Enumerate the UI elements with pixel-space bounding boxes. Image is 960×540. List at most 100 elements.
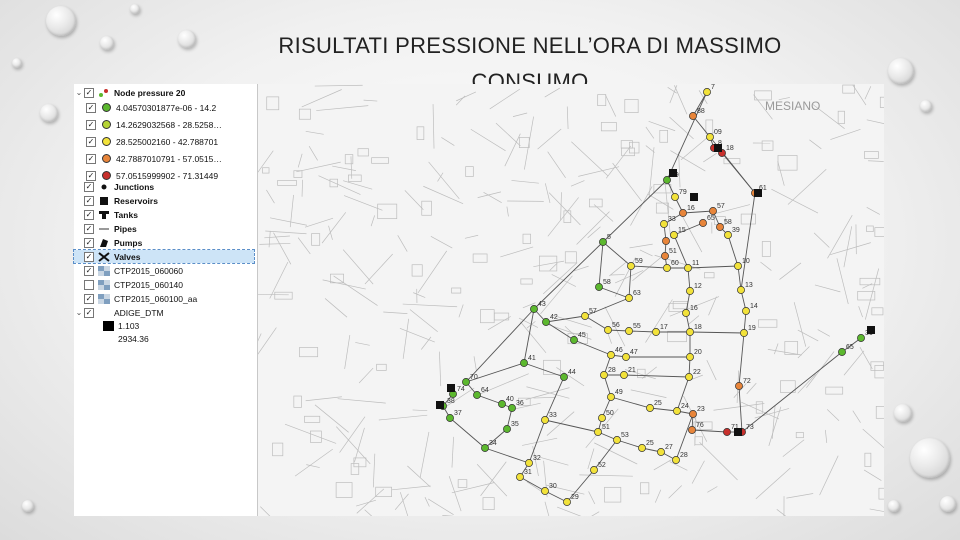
junction-node[interactable]	[625, 294, 633, 302]
layer-checkbox[interactable]: ✓	[84, 293, 94, 304]
class-checkbox[interactable]: ✓	[86, 102, 96, 113]
junction-node[interactable]	[672, 456, 680, 464]
layer-row-pump[interactable]: ✓ Pumps	[74, 236, 142, 249]
junction-node[interactable]	[520, 359, 528, 367]
layer-checkbox[interactable]: ✓	[84, 181, 94, 192]
layer-node-pressure[interactable]: ⌄ ✓ Node pressure 20	[74, 86, 185, 99]
junction-node[interactable]	[620, 371, 628, 379]
junction-node[interactable]	[503, 425, 511, 433]
junction-node[interactable]	[508, 404, 516, 412]
tank-symbol[interactable]	[734, 428, 742, 436]
pressure-class-row[interactable]: ✓ 4.04570301877e-06 - 14.2	[86, 101, 216, 114]
junction-node[interactable]	[625, 327, 633, 335]
layer-row-raster[interactable]: ✓ CTP2015_060100_aa	[74, 292, 197, 305]
junction-node[interactable]	[607, 351, 615, 359]
junction-node[interactable]	[599, 238, 607, 246]
junction-node[interactable]	[709, 207, 717, 215]
tank-symbol[interactable]	[714, 144, 722, 152]
junction-node[interactable]	[600, 371, 608, 379]
junction-node[interactable]	[673, 407, 681, 415]
layer-checkbox[interactable]: ✓	[84, 237, 94, 248]
junction-node[interactable]	[661, 252, 669, 260]
junction-node[interactable]	[598, 414, 606, 422]
junction-node[interactable]	[663, 176, 671, 184]
layer-row-raster[interactable]: CTP2015_060140	[74, 278, 183, 291]
junction-node[interactable]	[660, 220, 668, 228]
junction-node[interactable]	[740, 329, 748, 337]
junction-node[interactable]	[607, 393, 615, 401]
junction-node[interactable]	[685, 373, 693, 381]
junction-node[interactable]	[670, 231, 678, 239]
layer-checkbox[interactable]: ✓	[84, 195, 94, 206]
layer-row-junction[interactable]: ✓ Junctions	[74, 180, 154, 193]
junction-node[interactable]	[594, 428, 602, 436]
junction-node[interactable]	[706, 133, 714, 141]
layer-checkbox[interactable]: ✓	[84, 251, 94, 262]
junction-node[interactable]	[627, 262, 635, 270]
map-canvas[interactable]: MESIANO 78809818197916575861336539621555…	[258, 84, 884, 516]
collapse-caret-icon[interactable]: ⌄	[74, 88, 84, 97]
junction-node[interactable]	[473, 391, 481, 399]
class-checkbox[interactable]: ✓	[86, 119, 96, 130]
junction-node[interactable]	[671, 193, 679, 201]
junction-node[interactable]	[530, 305, 538, 313]
junction-node[interactable]	[446, 414, 454, 422]
pressure-class-row[interactable]: ✓ 42.7887010791 - 57.0515…	[86, 152, 222, 165]
junction-node[interactable]	[689, 112, 697, 120]
tank-symbol[interactable]	[669, 169, 677, 177]
junction-node[interactable]	[723, 428, 731, 436]
tank-symbol[interactable]	[867, 326, 875, 334]
junction-node[interactable]	[541, 487, 549, 495]
layer-checkbox[interactable]: ✓	[84, 209, 94, 220]
junction-node[interactable]	[622, 353, 630, 361]
tank-symbol[interactable]	[754, 189, 762, 197]
junction-node[interactable]	[734, 262, 742, 270]
junction-node[interactable]	[542, 318, 550, 326]
junction-node[interactable]	[541, 416, 549, 424]
layer-row-raster[interactable]: ✓ CTP2015_060060	[74, 264, 183, 277]
junction-node[interactable]	[689, 410, 697, 418]
junction-node[interactable]	[516, 473, 524, 481]
layer-row-pipe[interactable]: ✓ Pipes	[74, 222, 137, 235]
layer-checkbox[interactable]: ✓	[84, 87, 94, 98]
junction-node[interactable]	[590, 466, 598, 474]
junction-node[interactable]	[716, 223, 724, 231]
junction-node[interactable]	[735, 382, 743, 390]
junction-node[interactable]	[498, 400, 506, 408]
junction-node[interactable]	[646, 404, 654, 412]
pressure-class-row[interactable]: ✓ 28.525002160 - 42.788701	[86, 135, 218, 148]
junction-node[interactable]	[838, 348, 846, 356]
junction-node[interactable]	[595, 283, 603, 291]
layer-row-tank[interactable]: ✓ Tanks	[74, 208, 138, 221]
junction-node[interactable]	[737, 286, 745, 294]
class-checkbox[interactable]: ✓	[86, 170, 96, 181]
junction-node[interactable]	[699, 219, 707, 227]
tank-symbol[interactable]	[447, 384, 455, 392]
junction-node[interactable]	[686, 287, 694, 295]
junction-node[interactable]	[525, 459, 533, 467]
junction-node[interactable]	[857, 334, 865, 342]
junction-node[interactable]	[652, 328, 660, 336]
junction-node[interactable]	[462, 378, 470, 386]
layer-checkbox[interactable]	[84, 279, 94, 290]
junction-node[interactable]	[604, 326, 612, 334]
pressure-class-row[interactable]: ✓ 14.2629032568 - 28.5258…	[86, 118, 222, 131]
layer-checkbox[interactable]: ✓	[84, 265, 94, 276]
junction-node[interactable]	[563, 498, 571, 506]
junction-node[interactable]	[742, 307, 750, 315]
junction-node[interactable]	[686, 353, 694, 361]
junction-node[interactable]	[581, 312, 589, 320]
layer-checkbox[interactable]: ✓	[84, 223, 94, 234]
tank-symbol[interactable]	[690, 193, 698, 201]
junction-node[interactable]	[684, 264, 692, 272]
layer-row-reservoir[interactable]: ✓ Reservoirs	[74, 194, 158, 207]
network-map[interactable]: MESIANO 78809818197916575861336539621555…	[258, 84, 884, 516]
junction-node[interactable]	[688, 426, 696, 434]
junction-node[interactable]	[724, 231, 732, 239]
layer-row-valve[interactable]: ✓ Valves	[73, 249, 255, 264]
junction-node[interactable]	[703, 88, 711, 96]
junction-node[interactable]	[657, 448, 665, 456]
junction-node[interactable]	[638, 444, 646, 452]
junction-node[interactable]	[570, 336, 578, 344]
junction-node[interactable]	[481, 444, 489, 452]
